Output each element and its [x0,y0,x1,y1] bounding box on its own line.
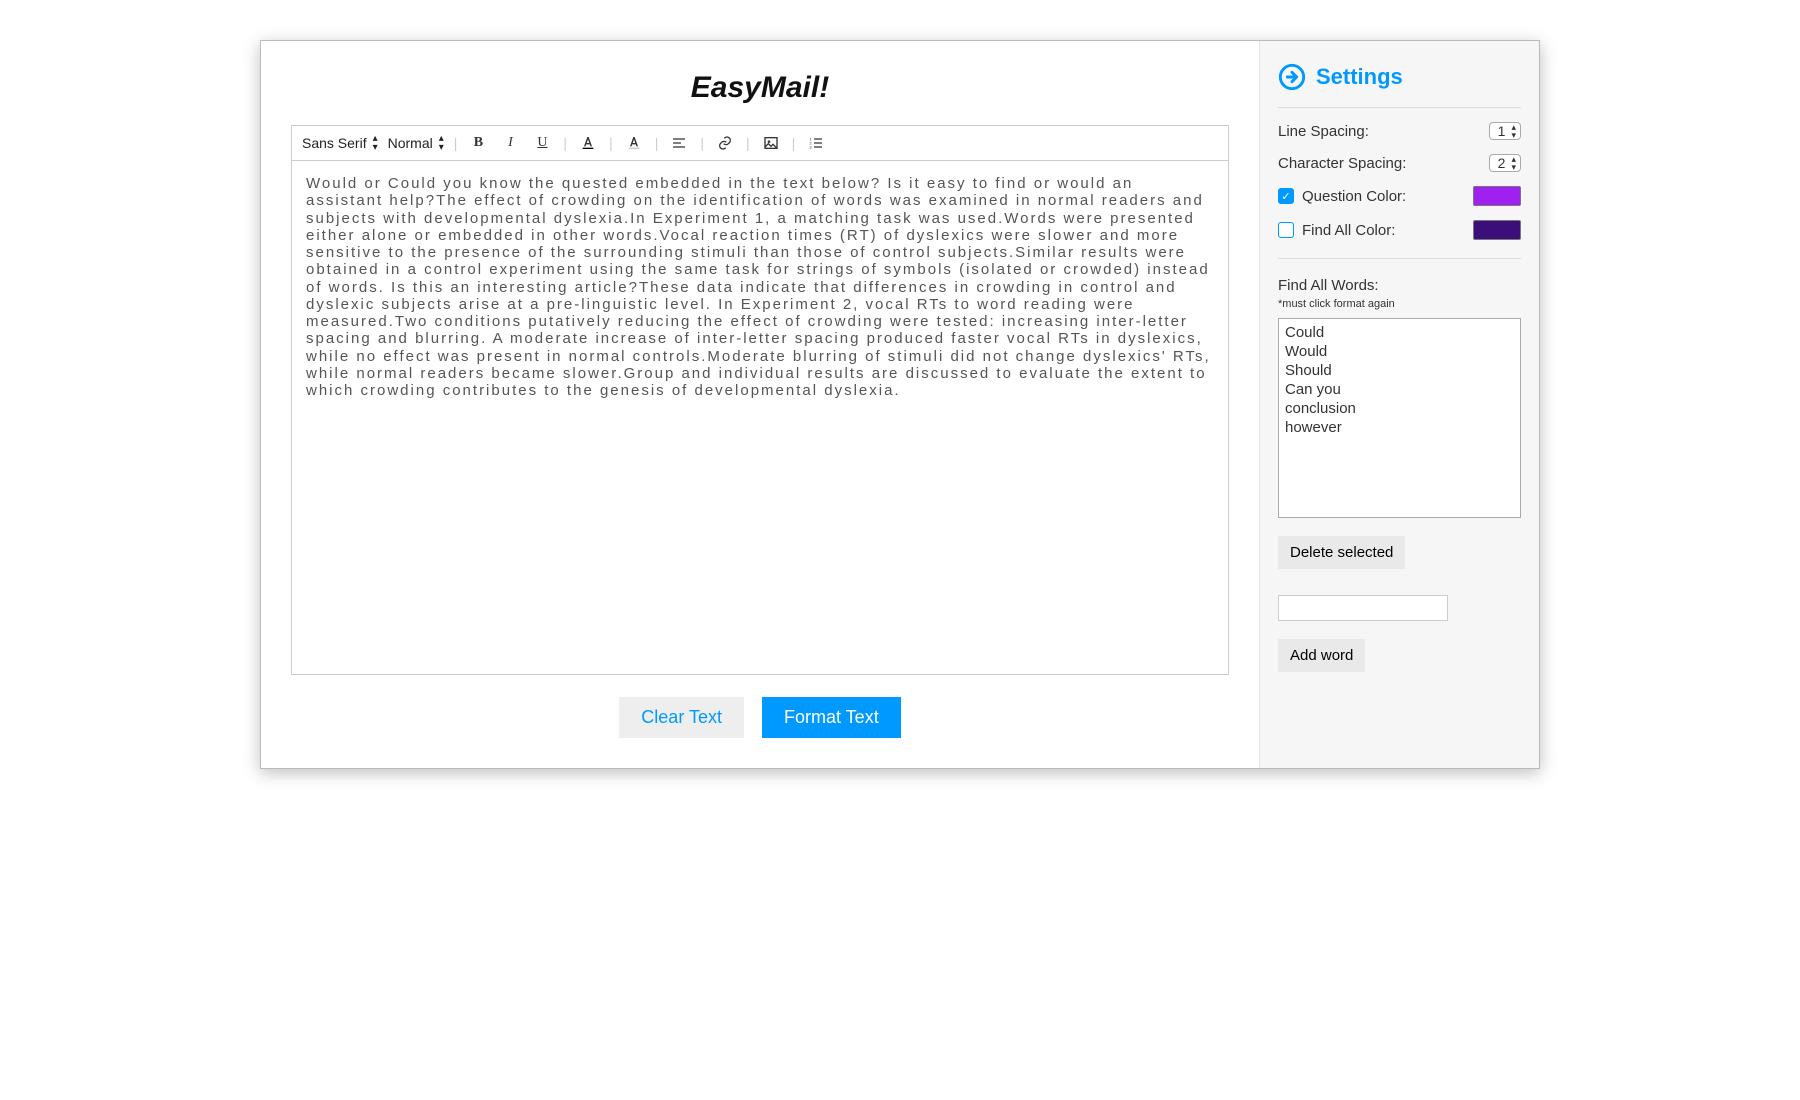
settings-header[interactable]: Settings [1278,63,1521,108]
toolbar-separator: | [609,135,613,151]
char-spacing-row: Character Spacing: 2 ▴▾ [1278,154,1521,172]
chevrons-icon: ▴▾ [1511,123,1516,139]
font-family-label: Sans Serif [302,135,367,151]
underline-button[interactable]: U [531,132,553,154]
question-color-swatch[interactable] [1473,186,1521,206]
char-spacing-value: 2 [1498,155,1506,171]
text-color-icon [580,135,596,151]
main-panel: EasyMail! Sans Serif ▴▾ Normal ▴▾ | B I … [261,41,1259,768]
chevrons-icon: ▴▾ [439,134,444,152]
text-color-button[interactable] [577,132,599,154]
link-button[interactable] [714,132,736,154]
word-list[interactable]: CouldWouldShouldCan youconclusionhowever [1278,318,1521,518]
toolbar-separator: | [700,135,704,151]
chevrons-icon: ▴▾ [373,134,378,152]
toolbar-separator: | [792,135,796,151]
font-size-label: Normal [388,135,433,151]
settings-panel: Settings Line Spacing: 1 ▴▾ Character Sp… [1259,41,1539,768]
svg-text:3: 3 [810,144,813,149]
toolbar-separator: | [746,135,750,151]
word-list-item[interactable]: Can you [1285,380,1514,399]
line-spacing-value: 1 [1498,123,1506,139]
line-spacing-select[interactable]: 1 ▴▾ [1489,122,1521,140]
question-color-label: Question Color: [1302,188,1406,205]
highlight-button[interactable] [623,132,645,154]
add-word-button[interactable]: Add word [1278,639,1365,672]
word-list-item[interactable]: conclusion [1285,399,1514,418]
line-spacing-row: Line Spacing: 1 ▴▾ [1278,122,1521,140]
format-hint: *must click format again [1278,298,1521,310]
format-text-button[interactable]: Format Text [762,697,901,738]
find-all-color-row: Find All Color: [1278,220,1521,240]
clear-text-button[interactable]: Clear Text [619,697,744,738]
delete-selected-button[interactable]: Delete selected [1278,536,1405,569]
line-spacing-label: Line Spacing: [1278,123,1369,140]
question-color-checkbox[interactable]: ✓ [1278,188,1294,204]
question-color-row: ✓ Question Color: [1278,186,1521,206]
image-icon [763,135,779,151]
word-list-item[interactable]: however [1285,418,1514,437]
editor: Sans Serif ▴▾ Normal ▴▾ | B I U | | [291,125,1229,675]
app-title: EasyMail! [291,71,1229,105]
find-all-color-checkbox[interactable] [1278,222,1294,238]
find-all-color-swatch[interactable] [1473,220,1521,240]
divider [1278,258,1521,259]
chevrons-icon: ▴▾ [1511,155,1516,171]
font-family-select[interactable]: Sans Serif ▴▾ [302,134,378,152]
editor-toolbar: Sans Serif ▴▾ Normal ▴▾ | B I U | | [292,126,1228,161]
list-icon: 123 [808,135,824,151]
add-word-input[interactable] [1278,595,1448,621]
italic-button[interactable]: I [499,132,521,154]
image-button[interactable] [760,132,782,154]
find-all-color-label: Find All Color: [1302,222,1395,239]
editor-body[interactable]: Would or Could you know the quested embe… [292,161,1228,674]
align-icon [671,135,687,151]
toolbar-separator: | [563,135,567,151]
app-window: EasyMail! Sans Serif ▴▾ Normal ▴▾ | B I … [260,40,1540,769]
toolbar-separator: | [454,135,458,151]
find-all-words-label: Find All Words: [1278,277,1521,294]
arrow-right-circle-icon [1278,63,1306,91]
word-list-item[interactable]: Could [1285,323,1514,342]
toolbar-separator: | [655,135,659,151]
word-list-item[interactable]: Would [1285,342,1514,361]
font-size-select[interactable]: Normal ▴▾ [388,134,444,152]
word-list-item[interactable]: Should [1285,361,1514,380]
settings-title: Settings [1316,64,1403,90]
link-icon [717,135,733,151]
align-button[interactable] [668,132,690,154]
char-spacing-label: Character Spacing: [1278,155,1406,172]
char-spacing-select[interactable]: 2 ▴▾ [1489,154,1521,172]
highlight-icon [626,135,642,151]
action-row: Clear Text Format Text [291,697,1229,738]
list-button[interactable]: 123 [805,132,827,154]
bold-button[interactable]: B [467,132,489,154]
